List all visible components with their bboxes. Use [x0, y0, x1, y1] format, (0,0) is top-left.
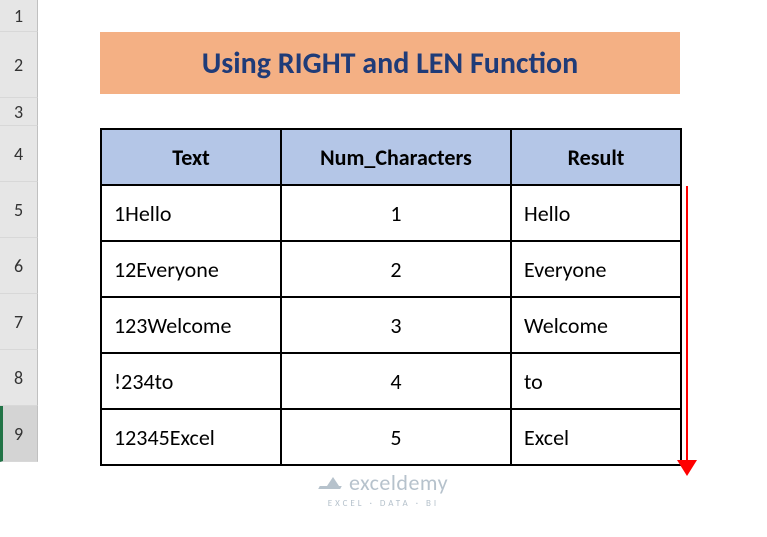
row-header-5[interactable]: 5 — [0, 182, 38, 238]
worksheet-area: Using RIGHT and LEN Function Text Num_Ch… — [38, 0, 767, 537]
row-header-6[interactable]: 6 — [0, 238, 38, 294]
table-row: !234to 4 to — [101, 353, 681, 409]
cell-num[interactable]: 5 — [281, 409, 511, 465]
table-header-row: Text Num_Characters Result — [101, 129, 681, 185]
row-header-8[interactable]: 8 — [0, 350, 38, 406]
row-header-9[interactable]: 9 — [0, 406, 38, 462]
cell-text[interactable]: !234to — [101, 353, 281, 409]
cell-result[interactable]: Everyone — [511, 241, 681, 297]
cell-text[interactable]: 123Welcome — [101, 297, 281, 353]
page-title: Using RIGHT and LEN Function — [202, 45, 579, 82]
brand-name: exceldemy — [349, 469, 448, 496]
row-header-3[interactable]: 3 — [0, 98, 38, 126]
cell-result[interactable]: to — [511, 353, 681, 409]
fill-down-arrow-icon — [686, 186, 688, 462]
row-header-7[interactable]: 7 — [0, 294, 38, 350]
row-header-gutter: 1 2 3 4 5 6 7 8 9 — [0, 0, 38, 462]
row-header-1[interactable]: 1 — [0, 0, 38, 32]
table-row: 123Welcome 3 Welcome — [101, 297, 681, 353]
header-result[interactable]: Result — [511, 129, 681, 185]
header-num-characters[interactable]: Num_Characters — [281, 129, 511, 185]
brand-logo-icon — [319, 475, 341, 491]
table-row: 1Hello 1 Hello — [101, 185, 681, 241]
cell-num[interactable]: 1 — [281, 185, 511, 241]
brand-tagline: EXCEL · DATA · BI — [328, 498, 439, 509]
table-row: 12Everyone 2 Everyone — [101, 241, 681, 297]
cell-num[interactable]: 3 — [281, 297, 511, 353]
data-table: Text Num_Characters Result 1Hello 1 Hell… — [100, 128, 682, 466]
cell-num[interactable]: 4 — [281, 353, 511, 409]
cell-text[interactable]: 1Hello — [101, 185, 281, 241]
watermark: exceldemy EXCEL · DATA · BI — [0, 469, 767, 509]
cell-result[interactable]: Hello — [511, 185, 681, 241]
title-banner: Using RIGHT and LEN Function — [100, 32, 680, 94]
cell-text[interactable]: 12Everyone — [101, 241, 281, 297]
cell-num[interactable]: 2 — [281, 241, 511, 297]
table-row: 12345Excel 5 Excel — [101, 409, 681, 465]
cell-result[interactable]: Excel — [511, 409, 681, 465]
row-header-2[interactable]: 2 — [0, 32, 38, 98]
row-header-4[interactable]: 4 — [0, 126, 38, 182]
header-text[interactable]: Text — [101, 129, 281, 185]
cell-result[interactable]: Welcome — [511, 297, 681, 353]
cell-text[interactable]: 12345Excel — [101, 409, 281, 465]
